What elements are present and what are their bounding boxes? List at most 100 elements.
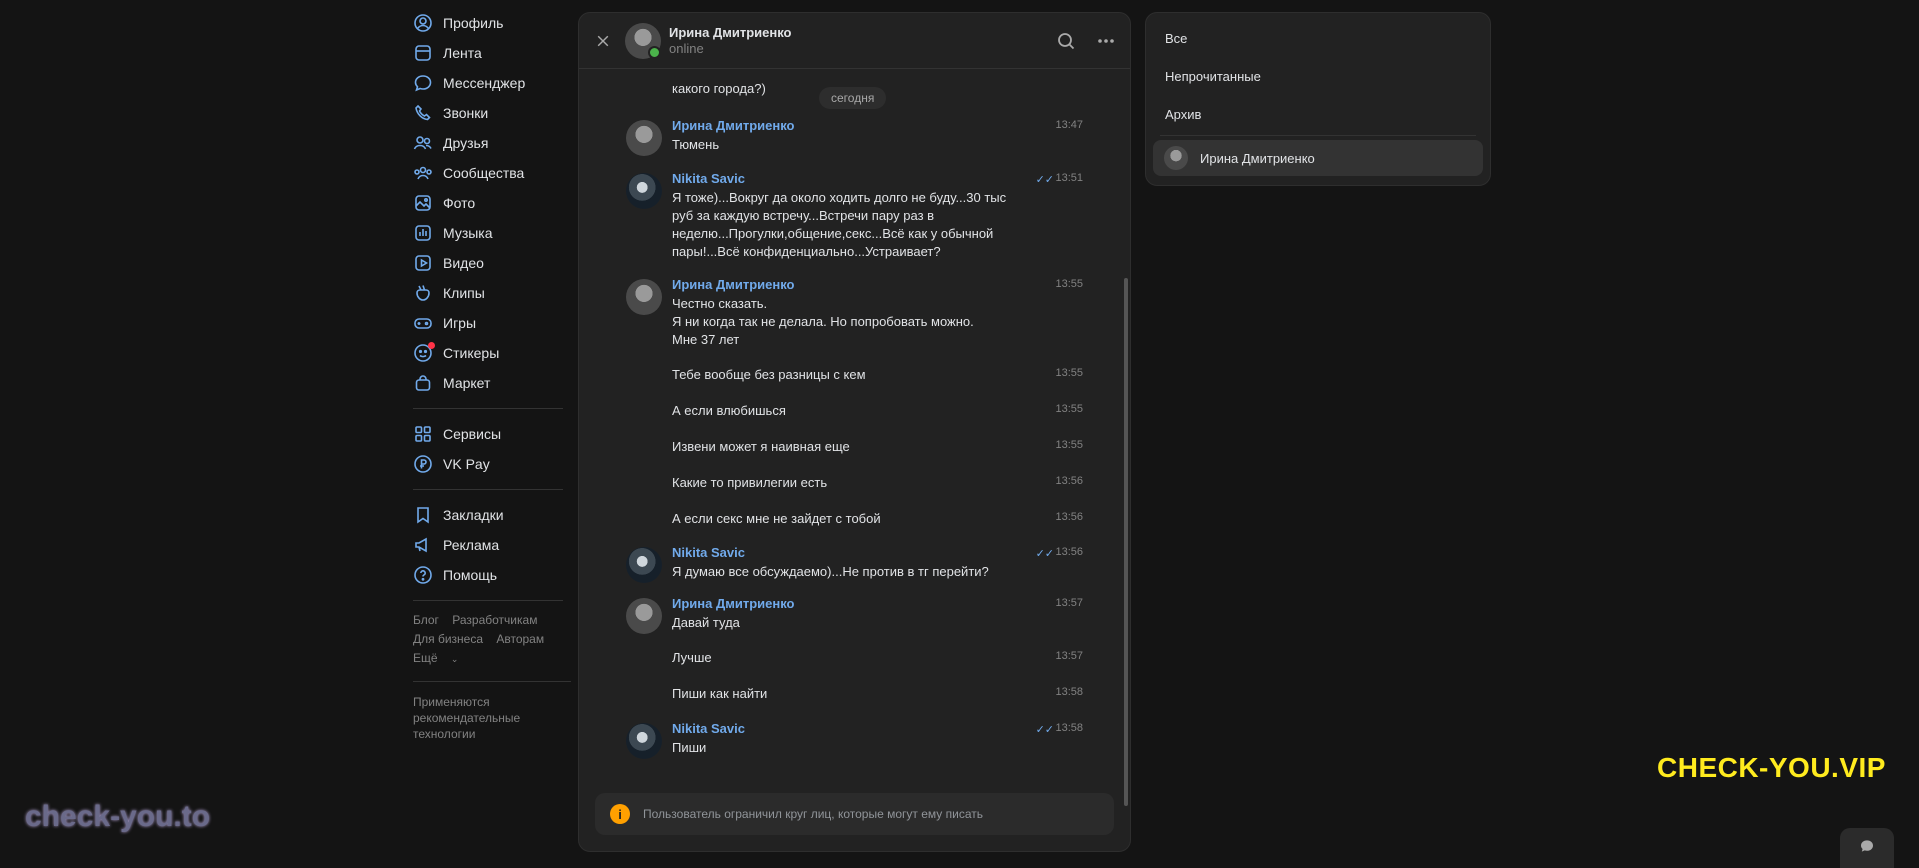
sidebar-divider: [413, 408, 563, 409]
message-time: 13:47: [1055, 119, 1083, 131]
market-icon: [413, 373, 433, 393]
message-text: Тебе вообще без разницы с кем: [672, 367, 866, 382]
message-time: 13:56: [1055, 475, 1083, 487]
more-button[interactable]: [1092, 27, 1120, 55]
sidebar-item-vkpay[interactable]: VK Pay: [413, 449, 575, 479]
help-icon: [413, 565, 433, 585]
chat-widget-button[interactable]: [1840, 828, 1894, 868]
selected-conversation[interactable]: Ирина Дмитриенко: [1153, 140, 1483, 176]
sidebar-item-market[interactable]: Маркет: [413, 368, 575, 398]
search-button[interactable]: [1052, 27, 1080, 55]
avatar[interactable]: [626, 723, 662, 759]
stickers-icon: [413, 342, 435, 363]
close-icon: [597, 35, 609, 46]
footer-link-authors[interactable]: Авторам: [496, 632, 544, 646]
bookmarks-icon: [413, 505, 433, 525]
sidebar-item-label: Фото: [443, 195, 476, 211]
sidebar-item-label: Видео: [443, 255, 484, 271]
sidebar-item-ads[interactable]: Реклама: [413, 530, 575, 560]
message-text: Извени может я наивная еще: [672, 439, 850, 454]
message-text: Лучше: [672, 650, 712, 665]
message-time: 13:58: [1055, 722, 1083, 734]
video-icon: [413, 253, 433, 273]
chat-window: Ирина Дмитриенко online какого города?) …: [578, 12, 1131, 852]
sidebar-item-friends[interactable]: Друзья: [413, 128, 575, 158]
footer-link-more[interactable]: Ещё ⌄: [413, 651, 468, 665]
message-text: Какие то привилегии есть: [672, 475, 828, 490]
sidebar-item-games[interactable]: Игры: [413, 308, 575, 338]
message-text: А если влюбишься: [672, 403, 786, 418]
watermark-left: check-you.to: [25, 800, 211, 833]
close-button[interactable]: [593, 31, 613, 51]
sidebar-item-label: Стикеры: [443, 345, 500, 361]
message-author[interactable]: Nikita Savic: [672, 721, 745, 736]
sidebar-item-label: Сервисы: [443, 426, 502, 442]
info-icon: i: [610, 804, 630, 824]
sidebar-item-label: Мессенджер: [443, 75, 526, 91]
sidebar-item-calls[interactable]: Звонки: [413, 98, 575, 128]
sidebar-item-label: Друзья: [443, 135, 489, 151]
sidebar-item-communities[interactable]: Сообщества: [413, 158, 575, 188]
sidebar-item-music[interactable]: Музыка: [413, 218, 575, 248]
message-author[interactable]: Ирина Дмитриенко: [672, 118, 795, 133]
avatar[interactable]: [626, 598, 662, 634]
message-list[interactable]: какого города?) сегодня Ирина Дмитриенко…: [579, 69, 1130, 789]
chat-contact-info[interactable]: Ирина Дмитриенко online: [669, 25, 792, 56]
message-author[interactable]: Nikita Savic: [672, 545, 745, 560]
sidebar-item-label: Музыка: [443, 225, 493, 241]
sidebar-item-messenger[interactable]: Мессенджер: [413, 68, 575, 98]
notification-dot: [428, 342, 435, 349]
message-text: какого города?): [672, 81, 766, 96]
search-icon: [1058, 32, 1075, 49]
message-time: 13:56: [1055, 511, 1083, 523]
contact-name: Ирина Дмитриенко: [669, 25, 792, 40]
filter-all[interactable]: Все: [1146, 19, 1490, 57]
chat-header: Ирина Дмитриенко online: [579, 13, 1130, 69]
sidebar-item-profile[interactable]: Профиль: [413, 8, 575, 38]
games-icon: [413, 313, 433, 333]
message-text: Пиши: [672, 740, 707, 755]
message-text: Я тоже)...Вокруг да около ходить долго н…: [672, 190, 1007, 259]
footer-link-blog[interactable]: Блог: [413, 613, 439, 627]
sidebar-item-help[interactable]: Помощь: [413, 560, 575, 590]
read-checkmark-icon: ✓✓: [1035, 724, 1054, 736]
sidebar-item-video[interactable]: Видео: [413, 248, 575, 278]
scrollbar[interactable]: [1124, 278, 1128, 806]
message-author[interactable]: Ирина Дмитриенко: [672, 596, 795, 611]
message-time: 13:55: [1055, 439, 1083, 451]
message-author[interactable]: Nikita Savic: [672, 171, 745, 186]
sidebar-divider: [413, 600, 563, 601]
header-actions: [1040, 27, 1120, 55]
avatar[interactable]: [626, 547, 662, 583]
footer-link-business[interactable]: Для бизнеса: [413, 632, 483, 646]
avatar[interactable]: [625, 22, 661, 59]
filter-archive[interactable]: Архив: [1146, 95, 1490, 133]
footer-link-developers[interactable]: Разработчикам: [452, 613, 537, 627]
recommendation-notice[interactable]: Применяются рекомендательные технологии: [413, 694, 563, 742]
conversation-name: Ирина Дмитриенко: [1200, 150, 1315, 166]
friends-icon: [413, 133, 433, 153]
sidebar-item-photo[interactable]: Фото: [413, 188, 575, 218]
sidebar-item-label: Лента: [443, 45, 482, 61]
messenger-icon: [413, 73, 433, 93]
sidebar-item-feed[interactable]: Лента: [413, 38, 575, 68]
sidebar-item-label: Звонки: [443, 105, 489, 121]
read-checkmark-icon: ✓✓: [1035, 548, 1054, 560]
avatar[interactable]: [626, 279, 662, 315]
sidebar-item-clips[interactable]: Клипы: [413, 278, 575, 308]
sidebar-divider: [413, 489, 563, 490]
sidebar-item-services[interactable]: Сервисы: [413, 419, 575, 449]
avatar[interactable]: [626, 173, 662, 209]
vkpay-icon: [413, 454, 433, 474]
read-checkmark-icon: ✓✓: [1035, 174, 1054, 186]
message-time: 13:58: [1055, 686, 1083, 698]
message-author[interactable]: Ирина Дмитриенко: [672, 277, 795, 292]
filter-unread[interactable]: Непрочитанные: [1146, 57, 1490, 95]
sidebar-item-stickers[interactable]: Стикеры: [413, 338, 575, 368]
message-time: 13:55: [1055, 403, 1083, 415]
avatar[interactable]: [626, 120, 662, 156]
sidebar-item-bookmarks[interactable]: Закладки: [413, 500, 575, 530]
sidebar-item-label: Игры: [443, 315, 477, 331]
message-time: 13:57: [1055, 650, 1083, 662]
chat-filter-panel: Все Непрочитанные Архив Ирина Дмитриенко: [1145, 12, 1491, 186]
